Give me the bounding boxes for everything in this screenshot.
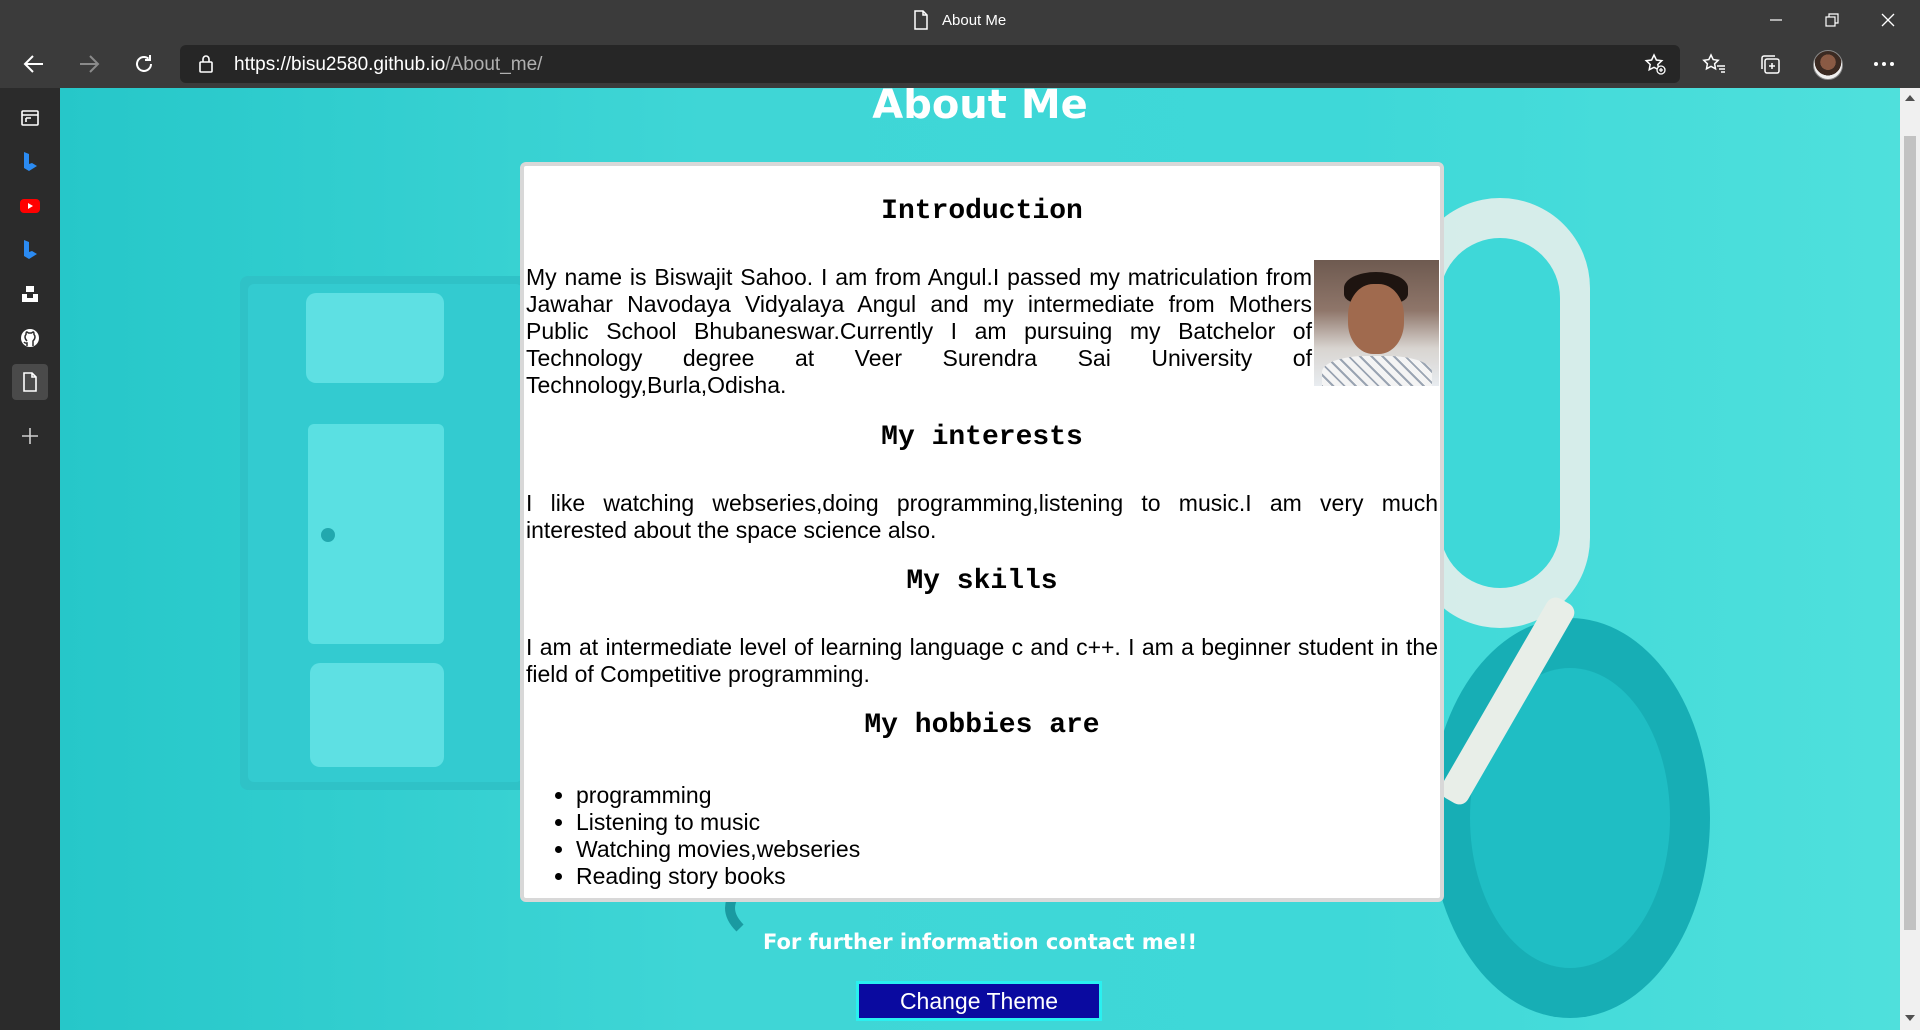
bing-icon <box>24 240 37 259</box>
scroll-down-icon[interactable] <box>1905 1014 1915 1022</box>
add-icon <box>22 428 38 444</box>
list-item: programming <box>576 782 860 809</box>
sidebar-item-tabs[interactable] <box>12 100 48 136</box>
list-item: Reading story books <box>576 863 860 890</box>
collections-icon <box>1761 55 1780 74</box>
refresh-button[interactable] <box>124 44 164 84</box>
sidebar-item-github[interactable] <box>12 320 48 356</box>
unsplash-icon <box>22 286 38 302</box>
sidebar-item-document[interactable] <box>12 364 48 400</box>
collections-button[interactable] <box>1750 44 1790 84</box>
hobbies-heading: My hobbies are <box>864 710 1100 741</box>
window-title: About Me <box>942 12 1007 29</box>
profile-photo <box>1314 260 1439 386</box>
refresh-icon <box>136 55 152 72</box>
scrollbar-thumb[interactable] <box>1904 136 1916 930</box>
close-button[interactable] <box>1860 0 1916 40</box>
scroll-up-icon[interactable] <box>1905 94 1915 102</box>
intro-heading: Introduction <box>881 196 1083 227</box>
skills-text: I am at intermediate level of learning l… <box>526 634 1438 687</box>
address-url[interactable]: https://bisu2580.github.io/About_me/ <box>234 54 542 76</box>
sidebar-add-button[interactable] <box>12 418 48 454</box>
page-viewport: About Me Introduction My name is Biswaji… <box>60 88 1900 1030</box>
close-icon <box>1881 13 1895 27</box>
about-card: Introduction My name is Biswajit Sahoo. … <box>520 162 1444 902</box>
restore-icon <box>1825 13 1839 27</box>
url-host: https://bisu2580.github.io <box>234 54 446 75</box>
bing-icon <box>24 152 37 171</box>
sidebar-item-bing-2[interactable] <box>12 232 48 268</box>
browser-toolbar: https://bisu2580.github.io/About_me/ <box>0 40 1920 88</box>
document-icon <box>23 372 37 392</box>
contact-text: For further information contact me!! <box>762 930 1198 954</box>
back-button[interactable] <box>14 44 54 84</box>
youtube-icon <box>20 199 40 213</box>
tabs-icon <box>21 110 39 126</box>
restore-button[interactable] <box>1804 0 1860 40</box>
minimize-button[interactable] <box>1748 0 1804 40</box>
arrow-right-icon <box>80 55 100 73</box>
document-icon <box>914 10 928 30</box>
star-plus-icon[interactable] <box>1644 53 1666 75</box>
interests-text: I like watching webseries,doing programm… <box>526 490 1438 543</box>
minimize-icon <box>1770 19 1782 21</box>
page-scrollbar[interactable] <box>1900 88 1920 1030</box>
url-path: /About_me/ <box>445 54 543 75</box>
profile-avatar[interactable] <box>1813 50 1843 80</box>
address-bar[interactable]: https://bisu2580.github.io/About_me/ <box>180 45 1680 83</box>
sidebar-item-unsplash[interactable] <box>12 276 48 312</box>
page-title: About Me <box>872 88 1088 128</box>
sidebar-item-youtube[interactable] <box>12 188 48 224</box>
interests-heading: My interests <box>881 422 1083 453</box>
favorites-icon <box>1702 53 1725 73</box>
hobbies-list: programming Listening to music Watching … <box>576 782 860 890</box>
list-item: Listening to music <box>576 809 860 836</box>
arrow-left-icon <box>23 55 43 73</box>
lock-icon <box>199 55 213 73</box>
menu-button[interactable] <box>1864 44 1904 84</box>
more-icon <box>1874 62 1894 66</box>
browser-sidebar <box>0 88 60 1030</box>
sidebar-item-bing[interactable] <box>12 144 48 180</box>
forward-button[interactable] <box>69 44 109 84</box>
list-item: Watching movies,webseries <box>576 836 860 863</box>
skills-heading: My skills <box>906 566 1058 597</box>
window-titlebar: About Me <box>0 0 1920 40</box>
intro-text: My name is Biswajit Sahoo. I am from Ang… <box>526 264 1312 398</box>
favorites-button[interactable] <box>1694 44 1734 84</box>
github-icon <box>21 329 39 347</box>
change-theme-button[interactable]: Change Theme <box>856 981 1102 1021</box>
